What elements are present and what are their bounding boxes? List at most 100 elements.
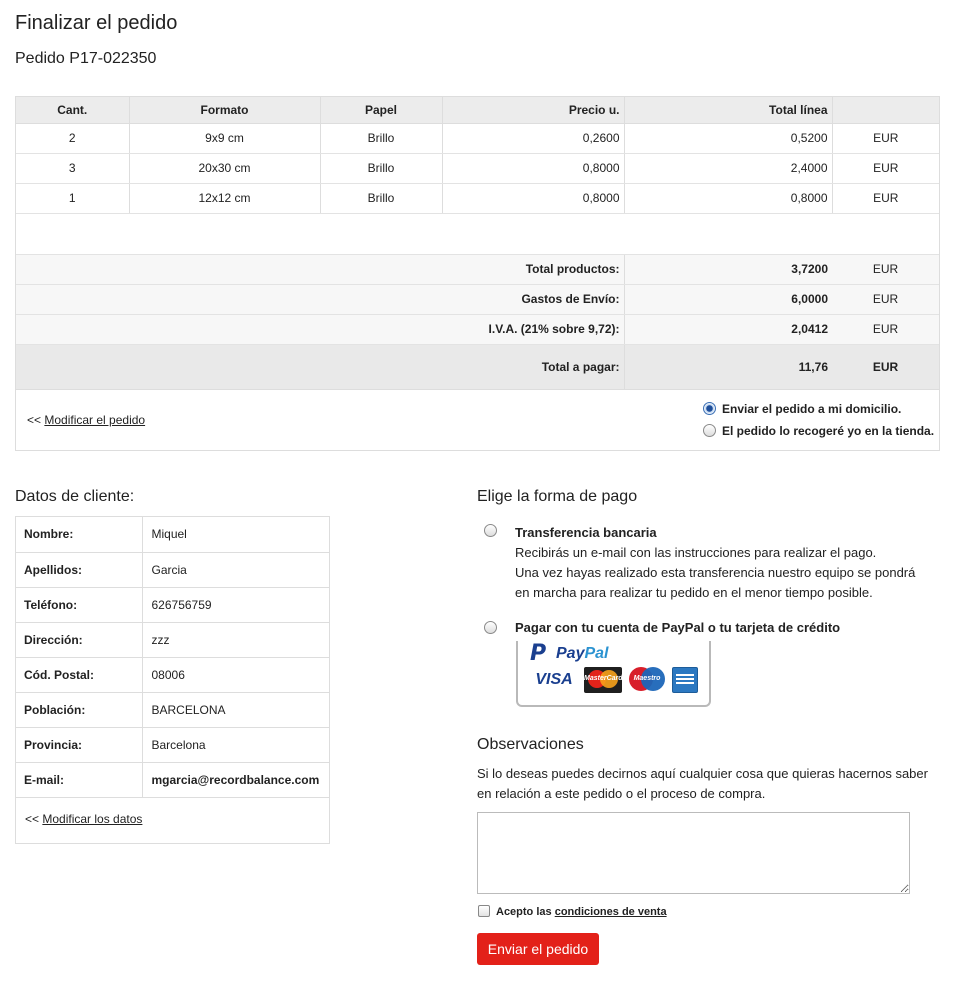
field-label: E-mail: [16,762,143,798]
summary-value: 6,0000 [624,284,832,315]
transfer-title: Transferencia bancaria [515,525,657,540]
unit-price-cell: 0,8000 [442,153,625,184]
summary-row-products: Total productos: 3,7200 EUR [16,254,939,285]
summary-value: 2,0412 [624,314,832,345]
summary-row-shipping: Gastos de Envío: 6,0000 EUR [16,284,939,315]
table-row: Nombre: Miquel [16,517,329,553]
col-header-paper: Papel [320,97,443,124]
field-label: Dirección: [16,622,143,658]
field-value: Garcia [142,552,329,588]
currency-cell: EUR [832,123,939,154]
transfer-desc-line: Una vez hayas realizado esta transferenc… [515,565,916,580]
currency-cell: EUR [832,183,939,214]
summary-row-vat: I.V.A. (21% sobre 9,72): 2,0412 EUR [16,314,939,345]
table-row: Apellidos: Garcia [16,552,329,588]
transfer-text: Transferencia bancaria Recibirás un e-ma… [515,523,935,603]
observations-textarea[interactable] [477,812,910,894]
modify-order-link[interactable]: Modificar el pedido [44,413,145,427]
field-value: Barcelona [142,727,329,763]
table-row: Cód. Postal: 08006 [16,657,329,693]
shipping-option-store[interactable]: El pedido lo recogeré yo en la tienda. [703,423,934,438]
order-id: Pedido P17-022350 [15,50,157,67]
maestro-icon: Maestro [628,667,666,693]
summary-value: 3,7200 [624,254,832,285]
table-header-row: Cant. Formato Papel Precio u. Total líne… [16,97,939,124]
paypal-wordmark: PayPal [556,645,608,663]
grand-total-label: Total a pagar: [16,344,625,390]
field-label: Teléfono: [16,587,143,623]
terms-link[interactable]: condiciones de venta [555,906,667,918]
paypal-p-icon: P [530,641,547,666]
table-row: Población: BARCELONA [16,692,329,728]
field-value: BARCELONA [142,692,329,728]
format-cell: 20x30 cm [129,153,321,184]
payment-section-title: Elige la forma de pago [477,488,638,505]
modify-client: << Modificar los datos [16,798,329,843]
table-row: E-mail: mgarcia@recordbalance.com [16,762,329,798]
transfer-desc-line: Recibirás un e-mail con las instruccione… [515,545,877,560]
field-label: Población: [16,692,143,728]
field-value: Miquel [142,517,329,553]
field-value: 626756759 [142,587,329,623]
qty-cell: 1 [16,183,130,214]
table-row: Dirección: zzz [16,622,329,658]
qty-cell: 2 [16,123,130,154]
accept-terms[interactable]: Acepto las condiciones de venta [478,905,667,918]
submit-order-button[interactable]: Enviar el pedido [477,933,599,965]
field-label: Provincia: [16,727,143,763]
transfer-desc-line: en marcha para realizar tu pedido en el … [515,585,873,600]
modify-client-link[interactable]: Modificar los datos [42,812,142,826]
unit-price-cell: 0,2600 [442,123,625,154]
summary-currency: EUR [832,254,939,285]
table-row: 1 12x12 cm Brillo 0,8000 0,8000 EUR [16,183,939,214]
paper-cell: Brillo [320,183,443,214]
paypal-word-pal: Pal [584,645,609,662]
currency-cell: EUR [832,153,939,184]
format-cell: 12x12 cm [129,183,321,214]
checkbox-icon[interactable] [478,905,490,917]
page-title: Finalizar el pedido [15,12,178,34]
table-row: 3 20x30 cm Brillo 0,8000 2,4000 EUR [16,153,939,184]
summary-currency: EUR [832,314,939,345]
unit-price-cell: 0,8000 [442,183,625,214]
mastercard-word: MasterCard [584,675,623,682]
summary-label: Total productos: [16,254,625,285]
table-row: Provincia: Barcelona [16,727,329,763]
back-arrows: << [25,811,40,826]
order-footer: << Modificar el pedido Enviar el pedido … [16,390,939,450]
radio-icon[interactable] [484,524,497,537]
client-data-table: Nombre: Miquel Apellidos: Garcia Teléfono:… [15,516,330,844]
grand-total-currency: EUR [832,344,939,390]
observations-help: Si lo deseas puedes decirnos aquí cualqu… [477,764,947,804]
line-total-cell: 0,5200 [624,123,833,154]
col-header-format: Formato [129,97,321,124]
line-total-cell: 2,4000 [624,153,833,184]
client-section-title: Datos de cliente: [15,488,135,505]
maestro-word: Maestro [633,675,661,682]
paypal-title: Pagar con tu cuenta de PayPal o tu tarje… [515,620,841,635]
summary-label: I.V.A. (21% sobre 9,72): [16,314,625,345]
field-value: mgarcia@recordbalance.com [142,762,329,798]
radio-icon[interactable] [703,423,716,437]
field-label: Nombre: [16,517,143,553]
mastercard-icon: MasterCard [584,667,623,693]
table-row: 2 9x9 cm Brillo 0,2600 0,5200 EUR [16,123,939,154]
field-label: Apellidos: [16,552,143,588]
col-header-currency [832,97,939,124]
visa-icon: VISA [535,671,573,688]
observations-help-line: en relación a este pedido o el proceso d… [477,786,766,801]
observations-help-line: Si lo deseas puedes decirnos aquí cualqu… [477,766,928,781]
paper-cell: Brillo [320,153,443,184]
summary-label: Gastos de Envío: [16,284,625,315]
shipping-home-label: Enviar el pedido a mi domicilio. [722,401,902,416]
format-cell: 9x9 cm [129,123,321,154]
radio-selected-icon[interactable] [703,401,716,415]
grand-total-value: 11,76 [624,344,832,390]
col-header-unit-price: Precio u. [442,97,625,124]
radio-icon[interactable] [484,621,497,634]
shipping-option-home[interactable]: Enviar el pedido a mi domicilio. [703,401,902,416]
field-label: Cód. Postal: [16,657,143,693]
qty-cell: 3 [16,153,130,184]
amex-icon [672,667,698,693]
table-row: Teléfono: 626756759 [16,587,329,623]
